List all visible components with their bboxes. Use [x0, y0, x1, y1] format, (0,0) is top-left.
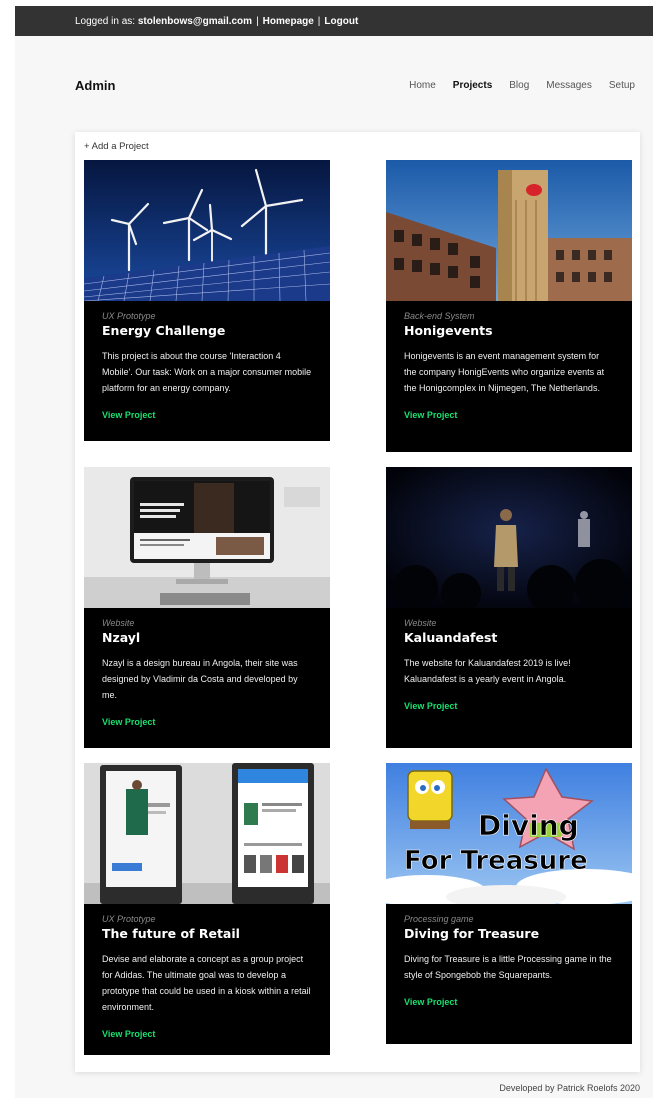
project-category: Processing game [404, 914, 474, 924]
logout-link[interactable]: Logout [324, 16, 358, 27]
project-description: Nzayl is a design bureau in Angola, thei… [102, 658, 298, 700]
project-title: Nzayl [102, 630, 141, 645]
project-card: Website Nzayl Nzayl is a design bureau i… [84, 467, 330, 748]
project-description: This project is about the course 'Intera… [102, 351, 312, 393]
performer-on-stage-image[interactable] [386, 467, 632, 608]
view-project-link[interactable]: View Project [102, 1029, 312, 1039]
logged-in-label: Logged in as: [75, 15, 136, 27]
project-description: Diving for Treasure is a little Processi… [404, 954, 612, 980]
view-project-link[interactable]: View Project [102, 410, 312, 420]
view-project-link[interactable]: View Project [404, 997, 614, 1007]
main-nav: Home Projects Blog Messages Setup [392, 80, 635, 91]
project-description: Honigevents is an event management syste… [404, 351, 605, 393]
nav-setup[interactable]: Setup [609, 80, 635, 91]
project-title: Diving for Treasure [404, 926, 540, 941]
view-project-link[interactable]: View Project [102, 717, 312, 727]
project-category: Back-end System [404, 311, 475, 321]
add-project-link[interactable]: + Add a Project [84, 141, 149, 152]
project-title: Honigevents [404, 323, 493, 338]
homepage-link[interactable]: Homepage [263, 16, 314, 27]
view-project-link[interactable]: View Project [404, 410, 614, 420]
user-email: stolenbows@gmail.com [137, 15, 253, 27]
brand-logo[interactable]: Admin [75, 78, 115, 93]
nav-blog[interactable]: Blog [509, 80, 529, 91]
footer-credit: Developed by Patrick Roelofs 2020 [499, 1083, 640, 1093]
project-category: Website [102, 618, 135, 628]
diving-for-treasure-title-image[interactable]: Diving For Treasure [386, 763, 632, 904]
game-title-line-1: Diving [478, 809, 579, 842]
separator: | [317, 15, 321, 27]
separator: | [256, 15, 259, 27]
website-on-monitor-image[interactable] [84, 467, 330, 608]
project-card: Diving For Treasure Processing game Divi… [386, 763, 632, 1044]
project-title: The future of Retail [102, 926, 240, 941]
project-description: Devise and elaborate a concept as a grou… [102, 954, 311, 1012]
nav-projects[interactable]: Projects [453, 80, 492, 91]
project-card: UX Prototype Energy Challenge This proje… [84, 160, 330, 441]
top-bar: Logged in as: stolenbows@gmail.com | Hom… [15, 6, 653, 36]
project-category: UX Prototype [102, 914, 156, 924]
honig-factory-building-image[interactable] [386, 160, 632, 301]
site-header: Admin Home Projects Blog Messages Setup [75, 75, 635, 95]
project-category: Website [404, 618, 437, 628]
project-title: Energy Challenge [102, 323, 226, 338]
project-card: Website Kaluandafest The website for Kal… [386, 467, 632, 748]
nav-messages[interactable]: Messages [546, 80, 592, 91]
project-description: The website for Kaluandafest 2019 is liv… [404, 658, 571, 684]
retail-kiosks-image[interactable] [84, 763, 330, 904]
project-card: UX Prototype The future of Retail Devise… [84, 763, 330, 1055]
project-card: Back-end System Honigevents Honigevents … [386, 160, 632, 452]
wind-turbines-solar-panels-image[interactable] [84, 160, 330, 301]
view-project-link[interactable]: View Project [404, 701, 614, 711]
project-category: UX Prototype [102, 311, 156, 321]
project-title: Kaluandafest [404, 630, 498, 645]
nav-home[interactable]: Home [409, 80, 436, 91]
game-title-line-2: For Treasure [404, 846, 588, 876]
